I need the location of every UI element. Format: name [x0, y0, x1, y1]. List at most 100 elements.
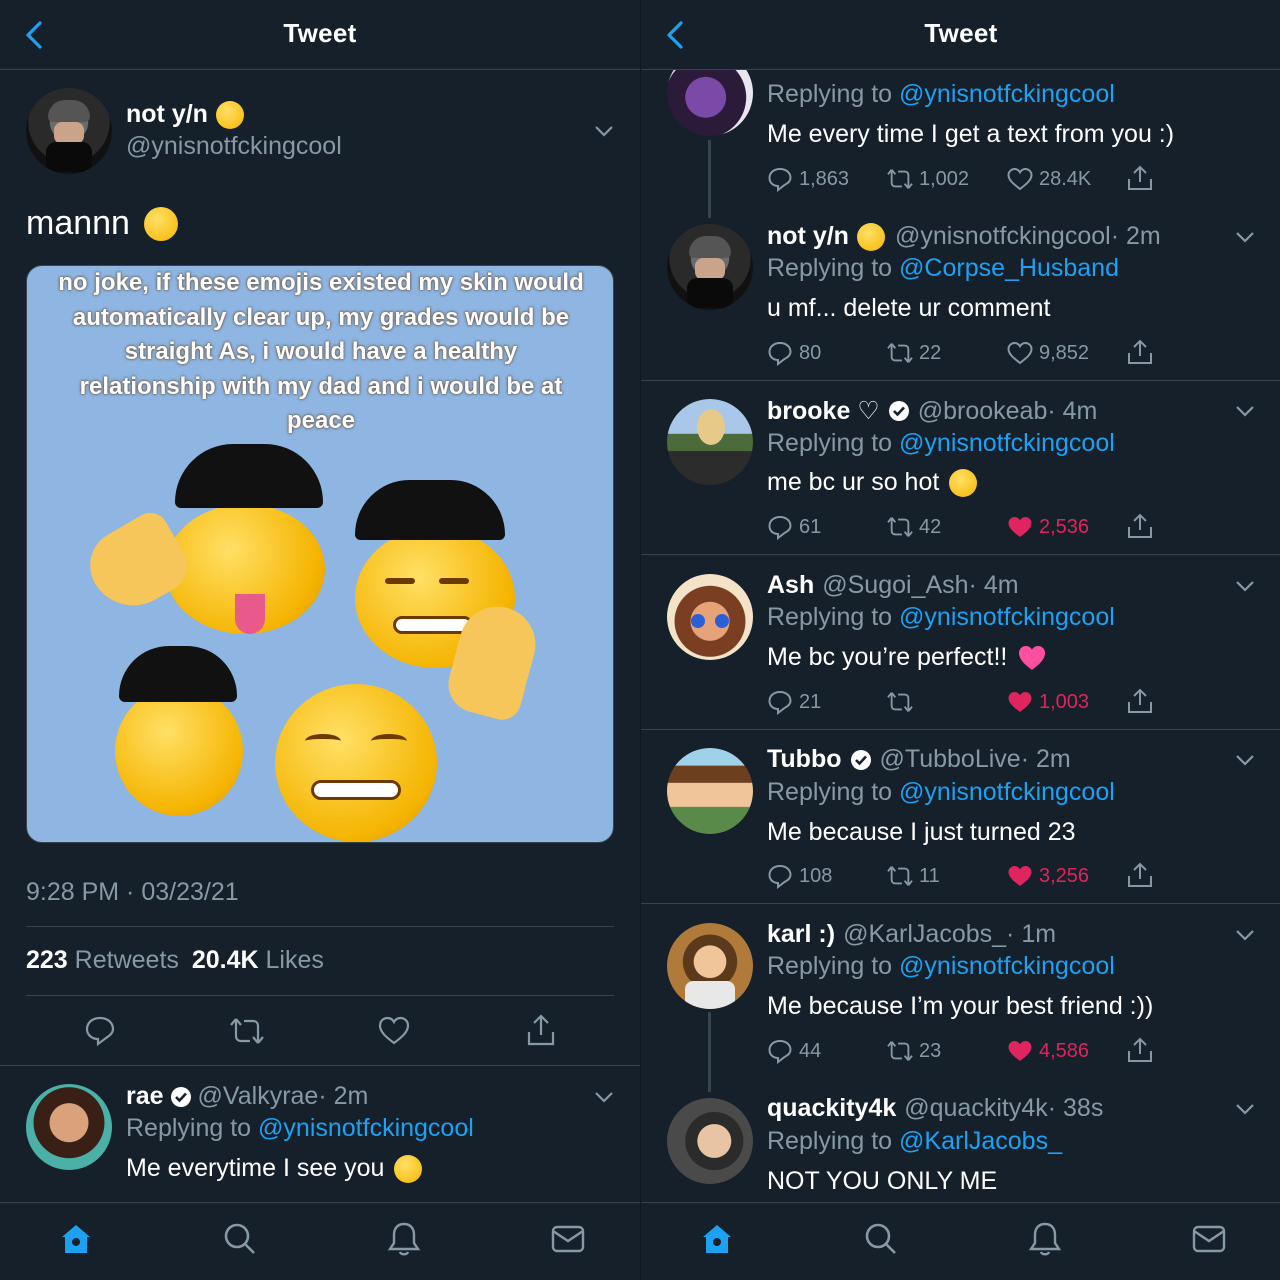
- share-icon[interactable]: [1127, 687, 1153, 715]
- retweet-action[interactable]: 1,002: [887, 164, 969, 194]
- reply-display-name[interactable]: not y/n: [767, 222, 849, 251]
- home-icon[interactable]: [699, 1221, 735, 1257]
- retweet-action[interactable]: 42: [887, 512, 941, 542]
- like-action[interactable]: 9,852: [1007, 338, 1089, 368]
- reply-display-name[interactable]: karl :): [767, 920, 835, 949]
- replying-to-link[interactable]: @ynisnotfckingcool: [899, 603, 1115, 631]
- caret-down-icon[interactable]: [1235, 753, 1255, 767]
- reply-display-name[interactable]: quackity4k: [767, 1094, 896, 1123]
- reply-text: Me bc you’re perfect!!: [767, 643, 1047, 672]
- reply-handle[interactable]: @ynisnotfckingcool: [895, 222, 1111, 251]
- notifications-icon[interactable]: [386, 1221, 422, 1257]
- reply-action[interactable]: 44: [767, 1036, 821, 1066]
- replying-to-line: Replying to @ynisnotfckingcool: [767, 778, 1115, 807]
- avatar[interactable]: [667, 923, 753, 1009]
- caret-down-icon[interactable]: [1235, 1102, 1255, 1116]
- like-action[interactable]: 2,536: [1007, 512, 1089, 542]
- retweets-label[interactable]: Retweets: [75, 946, 179, 974]
- like-count: 9,852: [1039, 341, 1090, 364]
- reply-display-name[interactable]: rae: [126, 1082, 164, 1111]
- reply-author-line: karl :) @KarlJacobs_ · 1m: [767, 920, 1056, 949]
- share-icon[interactable]: [1127, 1036, 1153, 1064]
- reply-count: 80: [799, 341, 822, 364]
- reply-handle[interactable]: @Sugoi_Ash: [822, 571, 968, 600]
- like-action[interactable]: 3,256: [1007, 861, 1089, 891]
- retweet-action[interactable]: 23: [887, 1036, 941, 1066]
- like-icon: [1008, 1041, 1032, 1061]
- crying-face-emoji-icon: [215, 100, 244, 129]
- replying-to-link[interactable]: @ynisnotfckingcool: [899, 80, 1115, 108]
- reply-count: 108: [799, 864, 833, 887]
- retweet-icon: [887, 169, 913, 189]
- reply-action[interactable]: 61: [767, 512, 821, 542]
- divider: [641, 729, 1280, 730]
- retweet-action[interactable]: 11: [887, 861, 940, 891]
- messages-icon[interactable]: [1191, 1221, 1227, 1257]
- reply-handle[interactable]: @TubboLive: [880, 745, 1021, 774]
- author-handle[interactable]: @ynisnotfckingcool: [126, 132, 342, 161]
- share-icon[interactable]: [526, 1013, 556, 1047]
- retweets-count[interactable]: 223: [26, 946, 68, 974]
- replying-to-link[interactable]: @ynisnotfckingcool: [899, 429, 1115, 457]
- caret-down-icon[interactable]: [594, 1090, 614, 1104]
- reply-count: 1,863: [799, 167, 850, 190]
- caret-down-icon[interactable]: [1235, 928, 1255, 942]
- weary-face-emoji-icon: [143, 206, 178, 241]
- reply-count: 21: [799, 690, 822, 713]
- home-icon[interactable]: [58, 1221, 94, 1257]
- avatar[interactable]: [667, 574, 753, 660]
- replying-to-link[interactable]: @ynisnotfckingcool: [899, 778, 1115, 806]
- search-icon[interactable]: [222, 1221, 258, 1257]
- reply-action[interactable]: 1,863: [767, 164, 849, 194]
- retweet-action[interactable]: [887, 687, 919, 717]
- avatar[interactable]: [667, 399, 753, 485]
- reply-display-name[interactable]: Tubbo: [767, 745, 842, 774]
- caret-down-icon[interactable]: [1235, 579, 1255, 593]
- reply-action[interactable]: 108: [767, 861, 832, 891]
- avatar[interactable]: [667, 748, 753, 834]
- likes-label[interactable]: Likes: [266, 946, 324, 974]
- avatar[interactable]: [667, 1098, 753, 1184]
- messages-icon[interactable]: [550, 1221, 586, 1257]
- tweet-image[interactable]: no joke, if these emojis existed my skin…: [26, 265, 614, 843]
- share-icon[interactable]: [1127, 861, 1153, 889]
- replying-to-line: Replying to @ynisnotfckingcool: [767, 603, 1115, 632]
- reply-handle[interactable]: @brookeab: [918, 397, 1048, 426]
- reply-icon[interactable]: [84, 1014, 116, 1046]
- like-action[interactable]: 4,586: [1007, 1036, 1089, 1066]
- replying-to-link[interactable]: @ynisnotfckingcool: [258, 1114, 474, 1142]
- reply-author-line: Ash @Sugoi_Ash · 4m: [767, 571, 1019, 600]
- search-icon[interactable]: [863, 1221, 899, 1257]
- like-icon[interactable]: [378, 1016, 410, 1046]
- replying-to-link[interactable]: @KarlJacobs_: [899, 1127, 1062, 1155]
- reply-action[interactable]: 80: [767, 338, 821, 368]
- replying-to-link[interactable]: @ynisnotfckingcool: [899, 952, 1115, 980]
- caret-down-icon[interactable]: [594, 124, 614, 138]
- share-icon[interactable]: [1127, 164, 1153, 192]
- author-display-name[interactable]: not y/n: [126, 100, 208, 129]
- likes-count[interactable]: 20.4K: [192, 946, 259, 974]
- reply-handle[interactable]: @KarlJacobs_: [843, 920, 1006, 949]
- replying-label: Replying to: [767, 952, 893, 980]
- share-icon[interactable]: [1127, 512, 1153, 540]
- avatar[interactable]: [26, 1084, 112, 1170]
- reply-display-name[interactable]: Ash: [767, 571, 814, 600]
- share-icon[interactable]: [1127, 338, 1153, 366]
- divider: [641, 903, 1280, 904]
- avatar[interactable]: [26, 88, 112, 174]
- notifications-icon[interactable]: [1027, 1221, 1063, 1257]
- retweet-action[interactable]: 22: [887, 338, 941, 368]
- reply-action[interactable]: 21: [767, 687, 821, 717]
- caret-down-icon[interactable]: [1235, 230, 1255, 244]
- retweet-icon: [887, 517, 913, 537]
- replying-to-link[interactable]: @Corpse_Husband: [899, 254, 1119, 282]
- like-action[interactable]: 1,003: [1007, 687, 1089, 717]
- like-action[interactable]: 28.4K: [1007, 164, 1091, 194]
- reply-display-name[interactable]: brooke ♡: [767, 396, 880, 426]
- caret-down-icon[interactable]: [1235, 404, 1255, 418]
- avatar[interactable]: [667, 224, 753, 310]
- reply-handle[interactable]: @Valkyrae: [198, 1082, 319, 1111]
- reply-handle[interactable]: @quackity4k: [904, 1094, 1048, 1123]
- retweet-icon[interactable]: [230, 1016, 264, 1046]
- verified-badge-icon: [850, 749, 871, 770]
